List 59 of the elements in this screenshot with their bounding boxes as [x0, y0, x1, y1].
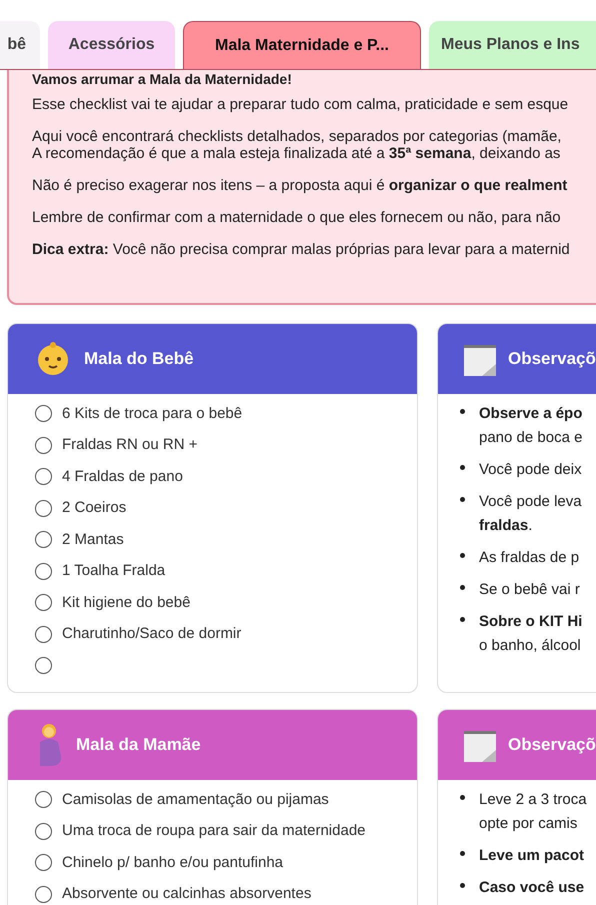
checklist-item: 4 Fraldas de pano [62, 466, 183, 486]
checkbox[interactable] [35, 594, 52, 612]
card-title: Mala do Bebê [84, 348, 194, 370]
notepad-icon [464, 728, 496, 762]
note-text: Sobre o KIT Hi o banho, álcool [479, 612, 582, 656]
checklist-item: Uma troca de roupa para sair da maternidade [62, 821, 366, 841]
checklist-item: Absorvente ou calcinhas absorventes [62, 884, 312, 904]
checklist-item: Charutinho/Saco de dormir [62, 624, 242, 644]
checklist-item: Kit higiene do bebê [62, 592, 190, 612]
checkbox[interactable] [35, 657, 52, 674]
checkbox[interactable] [35, 791, 52, 808]
checkbox[interactable] [35, 562, 52, 580]
intro-title: Vamos arrumar a Mala da Maternidade! [32, 70, 293, 88]
tab[interactable]: Meus Planos e Ins [429, 21, 596, 69]
note-text: Leve um pacot [479, 846, 584, 866]
checkbox[interactable] [35, 531, 52, 548]
note-text: As fraldas de p [479, 548, 580, 568]
bullet-icon [460, 553, 465, 558]
notepad-icon [464, 342, 496, 376]
checkbox[interactable] [35, 626, 52, 643]
intro-paragraph: Esse checklist vai te ajudar a preparar tudo com calma, praticidade e sem esque [32, 96, 570, 113]
tab[interactable]: Mala Maternidade e P... [183, 21, 421, 69]
bullet-icon [460, 617, 465, 622]
checkbox[interactable] [35, 500, 52, 517]
checklist-item: Chinelo p/ banho e/ou pantufinha [62, 852, 284, 872]
checklist-item: Camisolas de amamentação ou pijamas [62, 790, 329, 810]
bullet-icon [460, 795, 465, 800]
note-text: Se o bebê vai r [479, 580, 580, 600]
checklist-item: 6 Kits de troca para o bebê [62, 404, 242, 424]
intro-paragraph: Não é preciso exagerar nos itens – a proposta aqui é organizar o que realment [32, 177, 568, 194]
tab[interactable]: Acessórios [48, 21, 175, 69]
intro-paragraph: Aqui você encontrará checklists detalhados, separados por categorias (mamãe, A recomendação é que a mala esteja finalizada até a 35ª semana, deixando as [32, 128, 562, 162]
bullet-icon [460, 851, 465, 856]
checkbox[interactable] [35, 468, 52, 486]
note-text: Leve 2 a 3 troca opte por camis [479, 790, 587, 834]
checkbox[interactable] [35, 822, 52, 840]
bullet-icon [460, 883, 465, 888]
checkbox[interactable] [35, 886, 52, 903]
note-text: Você pode leva fraldas. [479, 492, 582, 536]
checkbox[interactable] [35, 405, 52, 422]
tab[interactable]: bê [0, 21, 40, 69]
card-title: Observaçõ [508, 734, 596, 756]
bullet-icon [460, 497, 465, 502]
checklist-item: 2 Coeiros [62, 498, 126, 518]
note-text: Observe a épo pano de boca e [479, 404, 582, 448]
bullet-icon [460, 465, 465, 470]
checkbox[interactable] [35, 436, 52, 454]
note-text: Você pode deix [479, 460, 582, 480]
bullet-icon [460, 585, 465, 590]
checklist-item: 1 Toalha Fralda [62, 561, 166, 581]
note-text: Caso você use [479, 878, 584, 898]
checkbox[interactable] [35, 854, 52, 872]
card-title: Mala da Mamãe [76, 734, 201, 756]
checklist-item: Fraldas RN ou RN + [62, 435, 198, 455]
intro-paragraph: Dica extra: Você não precisa comprar malas próprias para levar para a maternid [32, 241, 571, 258]
card-title: Observaçõ [508, 348, 596, 370]
bullet-icon [460, 409, 465, 414]
intro-paragraph: Lembre de confirmar com a maternidade o que eles fornecem ou não, para não [32, 209, 562, 226]
checklist-item: 2 Mantas [62, 530, 124, 550]
